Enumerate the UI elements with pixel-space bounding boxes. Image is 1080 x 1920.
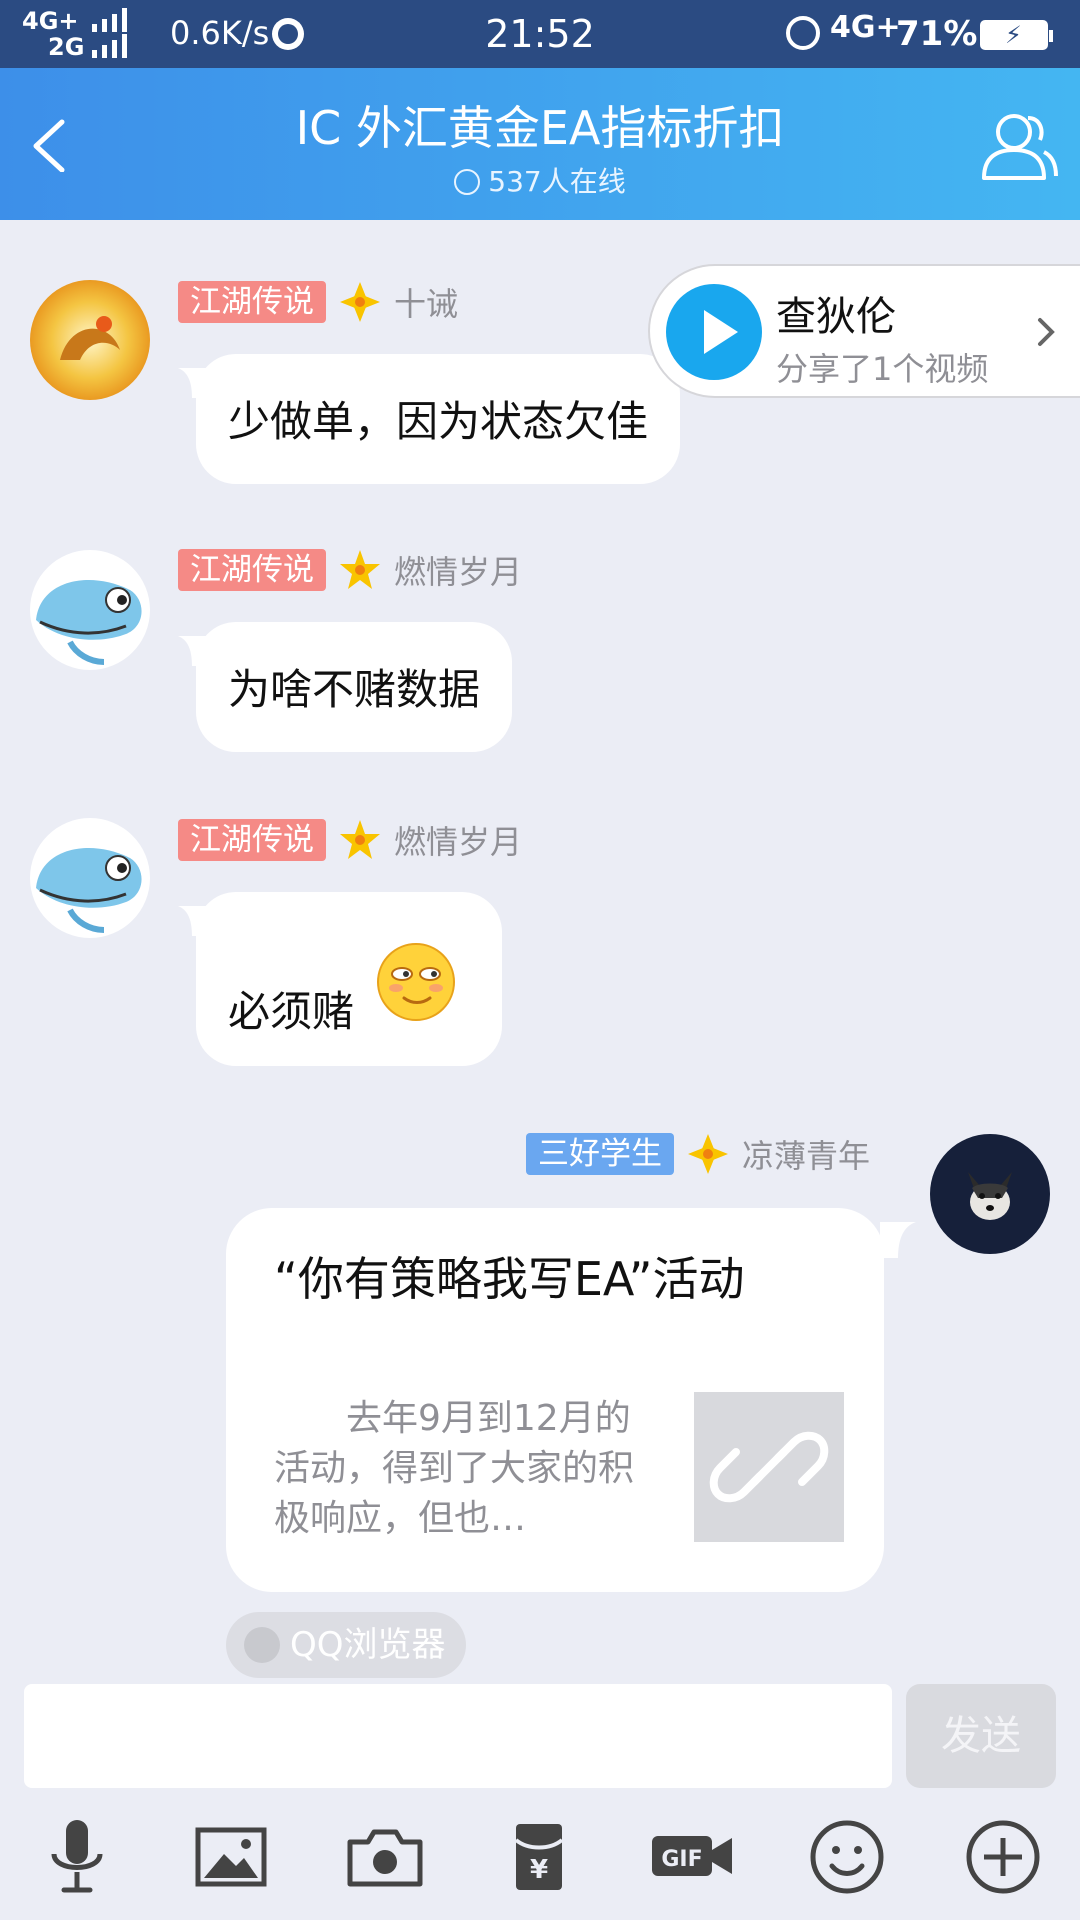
message-bubble[interactable]: 必须赌 <box>196 892 502 1066</box>
chat-header: IC 外汇黄金EA指标折扣 537人在线 <box>0 68 1080 220</box>
star-icon <box>340 820 380 859</box>
emoji-icon[interactable] <box>802 1812 892 1902</box>
camera-icon[interactable] <box>340 1812 430 1902</box>
group-title: IC 外汇黄金EA指标折扣 <box>295 101 785 155</box>
plus-icon[interactable] <box>958 1812 1048 1902</box>
svg-text:¥: ¥ <box>530 1855 548 1885</box>
online-count: 537人在线 <box>0 160 1080 200</box>
star-icon <box>340 550 380 589</box>
play-icon[interactable] <box>666 284 762 380</box>
members-icon[interactable] <box>980 104 1058 184</box>
online-icon <box>454 169 481 195</box>
message-meta: 江湖传说 燃情岁月 <box>178 816 522 864</box>
gif-icon[interactable]: GIF <box>648 1812 738 1902</box>
input-toolbar: ¥ GIF <box>0 1812 1080 1920</box>
send-button[interactable]: 发送 <box>906 1684 1056 1788</box>
video-share-chip[interactable]: 查狄伦 分享了1个视频 <box>648 264 1080 398</box>
level-badge: 三好学生 <box>526 1133 674 1175</box>
star-icon <box>688 1134 728 1174</box>
bubble-tail <box>880 1222 916 1258</box>
level-badge: 江湖传说 <box>178 819 326 861</box>
share-subtitle: 分享了1个视频 <box>776 350 989 388</box>
chevron-right-icon <box>1038 318 1055 346</box>
share-user: 查狄伦 <box>776 294 896 340</box>
sender-name: 十诫 <box>394 285 459 323</box>
sender-name: 凉薄青年 <box>742 1137 871 1175</box>
avatar-dolphin[interactable] <box>30 550 150 670</box>
avatar-dragon[interactable] <box>30 280 150 400</box>
sender-name: 燃情岁月 <box>394 823 523 861</box>
status-bar: 4G+ 2G 0.6K/s 21:52 4G+ 71% ⚡ <box>0 0 1080 68</box>
level-badge: 江湖传说 <box>178 281 326 323</box>
svg-text:GIF: GIF <box>661 1847 702 1872</box>
image-icon <box>244 1627 280 1663</box>
link-thumbnail <box>694 1392 844 1542</box>
alarm-icon <box>786 16 820 50</box>
microphone-icon[interactable] <box>32 1812 122 1902</box>
message-input[interactable] <box>24 1684 892 1788</box>
network-type-right: 4G+ <box>830 10 901 45</box>
card-description: 去年9月到12月的活动，得到了大家的积极响应，但也… <box>274 1398 635 1539</box>
avatar-husky[interactable] <box>930 1134 1050 1254</box>
link-card[interactable]: “你有策略我写EA”活动 去年9月到12月的活动，得到了大家的积极响应，但也… <box>226 1208 884 1592</box>
avatar-dolphin[interactable] <box>30 818 150 938</box>
message-meta: 三好学生 凉薄青年 <box>526 1130 870 1178</box>
battery-icon: ⚡ <box>980 20 1053 50</box>
card-title: “你有策略我写EA”活动 <box>274 1252 745 1306</box>
sender-name: 燃情岁月 <box>394 553 523 591</box>
star-icon <box>340 282 380 322</box>
battery-percent: 71% <box>896 14 978 54</box>
link-icon <box>709 1431 829 1503</box>
message-meta: 江湖传说 燃情岁月 <box>178 546 522 594</box>
message-bubble[interactable]: 为啥不赌数据 <box>196 622 513 752</box>
image-icon[interactable] <box>186 1812 276 1902</box>
message-bubble[interactable]: 少做单，因为状态欠佳 <box>196 354 681 484</box>
level-badge: 江湖传说 <box>178 549 326 591</box>
message-meta: 江湖传说 十诫 <box>178 278 458 326</box>
source-tag[interactable]: QQ浏览器 <box>226 1612 466 1678</box>
red-packet-icon[interactable]: ¥ <box>494 1812 584 1902</box>
emoji-smirk-icon <box>377 943 455 1021</box>
